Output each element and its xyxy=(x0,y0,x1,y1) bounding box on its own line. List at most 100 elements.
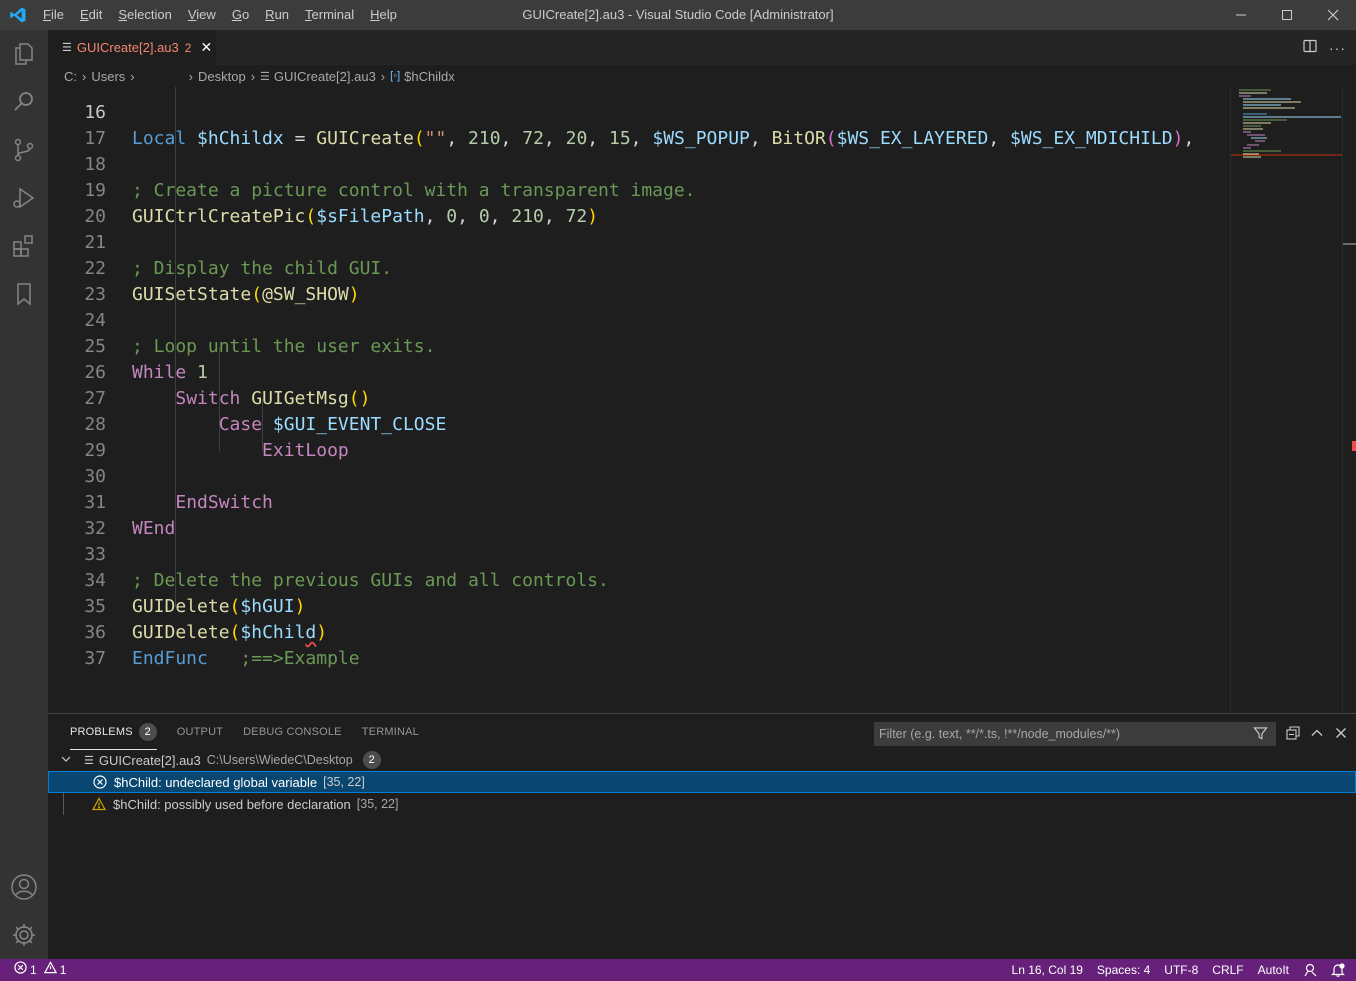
code-line: 26 Switch GUIGetMsg() xyxy=(84,362,371,409)
encoding[interactable]: UTF-8 xyxy=(1157,959,1205,981)
problem-item-error[interactable]: $hChild: undeclared global variable [35,… xyxy=(48,771,1356,793)
breadcrumb-file[interactable]: GUICreate[2].au3 xyxy=(274,69,376,84)
problem-position: [35, 22] xyxy=(356,797,399,811)
file-icon: ☰ xyxy=(84,754,94,767)
warning-icon xyxy=(92,797,106,811)
code-editor[interactable]: 16 Local $hChildx = GUICreate("", 210, 7… xyxy=(48,87,1230,713)
chevron-right-icon: › xyxy=(82,68,87,84)
tab-bar: ☰ GUICreate[2].au3 2 ✕ ··· xyxy=(48,30,1356,65)
menu-go[interactable]: Go xyxy=(224,0,257,30)
chevron-right-icon: › xyxy=(380,68,386,84)
breadcrumb-symbol[interactable]: $hChildx xyxy=(404,69,455,84)
problem-item-warning[interactable]: $hChild: possibly used before declaratio… xyxy=(48,793,1356,815)
close-icon[interactable]: ✕ xyxy=(200,39,212,56)
editor-area: ☰ GUICreate[2].au3 2 ✕ ··· C: › Users › … xyxy=(48,30,1356,713)
code-line: 32 xyxy=(84,518,106,539)
code-line: 28 ExitLoop xyxy=(84,414,349,461)
chevron-right-icon: › xyxy=(188,68,193,84)
problem-message: $hChild: undeclared global variable xyxy=(114,774,318,790)
tree-indent-guide xyxy=(63,793,64,815)
activity-bar xyxy=(0,30,48,959)
menu-view[interactable]: View xyxy=(180,0,224,30)
notifications-icon[interactable] xyxy=(1324,959,1352,981)
collapse-all-icon[interactable] xyxy=(1286,725,1300,743)
language-mode[interactable]: AutoIt xyxy=(1251,959,1296,981)
tab-problem-count: 2 xyxy=(184,40,192,55)
problems-count-badge: 2 xyxy=(138,723,157,741)
split-editor-icon[interactable] xyxy=(1303,39,1317,56)
error-icon xyxy=(93,775,107,789)
menu-bar: File Edit Selection View Go Run Terminal… xyxy=(35,0,405,30)
extensions-icon[interactable] xyxy=(0,222,48,270)
problems-filter-input[interactable]: Filter (e.g. text, **/*.ts, !**/node_mod… xyxy=(874,722,1276,746)
code-line: 25 While 1 xyxy=(84,336,208,383)
tab-problems[interactable]: PROBLEMS 2 xyxy=(70,714,157,750)
code-line: 37 xyxy=(84,648,106,669)
source-control-icon[interactable] xyxy=(0,126,48,174)
problems-file-group[interactable]: ☰ GUICreate[2].au3 C:\Users\WiedeC\Deskt… xyxy=(48,749,1356,771)
indentation[interactable]: Spaces: 4 xyxy=(1090,959,1157,981)
code-line: 22 GUISetState(@SW_SHOW) xyxy=(84,258,360,305)
problem-position: [35, 22] xyxy=(323,775,365,789)
warning-icon xyxy=(43,959,57,981)
cursor-position[interactable]: Ln 16, Col 19 xyxy=(1005,959,1090,981)
code-line: 17 xyxy=(84,128,106,149)
variable-symbol-icon: [◦] xyxy=(390,70,401,82)
code-line: 18 ; Create a picture control with a tra… xyxy=(84,154,696,201)
code-line: 29 xyxy=(84,440,106,461)
code-line: 16 Local $hChildx = GUICreate("", 210, 7… xyxy=(84,102,1195,149)
vertical-scrollbar[interactable] xyxy=(1342,87,1356,713)
code-line: 35 GUIDelete($hChild) xyxy=(84,596,328,643)
file-icon: ☰ xyxy=(260,70,270,83)
close-panel-icon[interactable] xyxy=(1334,726,1348,743)
breadcrumb-drive[interactable]: C: xyxy=(64,69,77,84)
scrollbar-slider[interactable] xyxy=(1343,243,1356,245)
bottom-panel: PROBLEMS 2 OUTPUT DEBUG CONSOLE TERMINAL … xyxy=(48,713,1356,959)
accounts-icon[interactable] xyxy=(0,863,48,911)
tab-guicreate[interactable]: ☰ GUICreate[2].au3 2 ✕ xyxy=(48,30,216,65)
breadcrumb: C: › Users › › Desktop › ☰ GUICreate[2].… xyxy=(48,65,1228,87)
more-actions-icon[interactable]: ··· xyxy=(1329,40,1346,56)
explorer-icon[interactable] xyxy=(0,30,48,78)
breadcrumb-desktop[interactable]: Desktop xyxy=(198,69,246,84)
tab-output[interactable]: OUTPUT xyxy=(177,714,223,750)
menu-selection[interactable]: Selection xyxy=(110,0,179,30)
tab-terminal[interactable]: TERMINAL xyxy=(362,714,419,750)
code-line: 19 GUICtrlCreatePic($sFilePath, 0, 0, 21… xyxy=(84,180,599,227)
chevron-down-icon[interactable] xyxy=(60,753,74,768)
maximize-panel-icon[interactable] xyxy=(1310,726,1324,743)
filter-icon[interactable] xyxy=(1253,726,1268,744)
code-line: 33 ; Delete the previous GUIs and all co… xyxy=(84,544,609,591)
search-icon[interactable] xyxy=(0,78,48,126)
maximize-button[interactable] xyxy=(1264,0,1310,30)
run-debug-icon[interactable] xyxy=(0,174,48,222)
code-line: 27 Case $GUI_EVENT_CLOSE xyxy=(84,388,447,435)
bookmarks-icon[interactable] xyxy=(0,270,48,318)
menu-run[interactable]: Run xyxy=(257,0,297,30)
close-window-button[interactable] xyxy=(1310,0,1356,30)
code-line: 24 ; Loop until the user exits. xyxy=(84,310,436,357)
settings-gear-icon[interactable] xyxy=(0,911,48,959)
menu-file[interactable]: File xyxy=(35,0,72,30)
menu-edit[interactable]: Edit xyxy=(72,0,110,30)
end-of-line[interactable]: CRLF xyxy=(1205,959,1250,981)
tab-debug-console[interactable]: DEBUG CONSOLE xyxy=(243,714,342,750)
title-bar: File Edit Selection View Go Run Terminal… xyxy=(0,0,1356,30)
breadcrumb-users[interactable]: Users xyxy=(91,69,125,84)
code-line: 21 ; Display the child GUI. xyxy=(84,232,393,279)
code-line: 23 xyxy=(84,284,106,305)
minimap[interactable] xyxy=(1230,87,1343,713)
status-bar: 1 1 Ln 16, Col 19 Spaces: 4 UTF-8 CRLF A… xyxy=(0,959,1356,981)
chevron-right-icon: › xyxy=(130,68,135,84)
tab-label: GUICreate[2].au3 xyxy=(76,40,179,55)
feedback-icon[interactable] xyxy=(1296,959,1324,981)
error-marker xyxy=(1352,441,1356,451)
minimize-button[interactable] xyxy=(1218,0,1264,30)
code-line: 36 EndFunc ;==>Example xyxy=(84,622,360,669)
problem-file-name: GUICreate[2].au3 xyxy=(98,752,201,768)
menu-terminal[interactable]: Terminal xyxy=(297,0,362,30)
code-line: 31 WEnd xyxy=(84,492,176,539)
error-icon xyxy=(14,959,27,981)
menu-help[interactable]: Help xyxy=(362,0,405,30)
problems-status[interactable]: 1 1 xyxy=(0,959,73,981)
